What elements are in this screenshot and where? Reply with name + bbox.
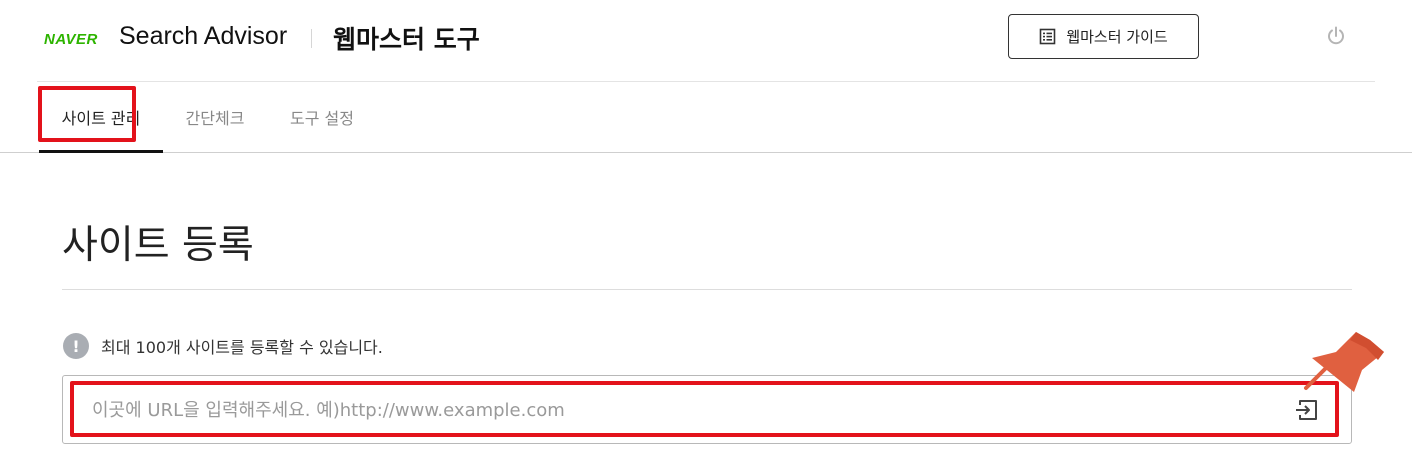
tab-bar: 사이트 관리 간단체크 도구 설정 [0,82,1412,153]
pushpin-icon [1304,332,1384,392]
product-name[interactable]: Search Advisor [119,22,287,51]
power-icon[interactable] [1325,25,1347,47]
webmaster-guide-button[interactable]: 웹마스터 가이드 [1008,14,1199,59]
page-title: 사이트 등록 [62,223,254,268]
naver-logo[interactable]: NAVER [44,31,98,48]
list-document-icon [1040,28,1056,45]
highlight-box-tab [38,86,136,142]
tab-quick-check[interactable]: 간단체크 [170,82,260,152]
section-divider [62,289,1352,290]
tab-tool-settings[interactable]: 도구 설정 [272,82,372,152]
top-header: NAVER Search Advisor 웹마스터 도구 웹마스터 가이드 [0,0,1412,82]
page-tool-title[interactable]: 웹마스터 도구 [333,20,480,56]
title-divider [311,29,312,48]
guide-button-label: 웹마스터 가이드 [1066,28,1168,46]
info-icon: ! [63,333,89,359]
highlight-box-url [70,381,1339,437]
info-text: 최대 100개 사이트를 등록할 수 있습니다. [101,338,383,357]
active-tab-indicator [39,150,163,153]
